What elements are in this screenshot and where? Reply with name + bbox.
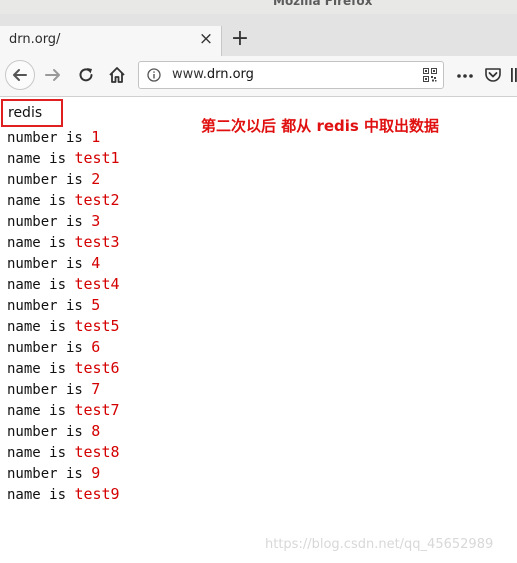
row-label: name is	[7, 319, 75, 335]
row-value: 7	[91, 380, 101, 398]
row-value: test3	[74, 233, 120, 251]
tab-strip: drn.org/ × +	[0, 14, 517, 56]
output-row: name is test9	[7, 484, 120, 505]
output-row: number is 7	[7, 379, 120, 400]
row-value: test5	[74, 317, 120, 335]
output-row: name is test2	[7, 190, 120, 211]
row-label: name is	[7, 487, 75, 503]
row-value: 9	[91, 464, 101, 482]
row-label: number is	[7, 214, 92, 230]
row-value: test9	[74, 485, 120, 503]
url-prefix: www.	[172, 67, 207, 82]
row-value: test7	[74, 401, 120, 419]
row-label: number is	[7, 256, 92, 272]
output-row: number is 6	[7, 337, 120, 358]
back-arrow-icon	[13, 69, 27, 81]
row-label: name is	[7, 235, 75, 251]
row-label: number is	[7, 172, 92, 188]
tab-title: drn.org/	[9, 32, 61, 47]
output-row: name is test3	[7, 232, 120, 253]
window-titlebar: Mozilla Firefox	[0, 0, 517, 14]
row-value: 8	[91, 422, 101, 440]
output-row: number is 5	[7, 295, 120, 316]
row-label: name is	[7, 151, 75, 167]
output-row: name is test6	[7, 358, 120, 379]
output-list: number is 1 name is test1 number is 2 name …	[7, 127, 120, 505]
pocket-icon[interactable]	[484, 66, 502, 84]
more-dots-icon[interactable]	[456, 68, 474, 84]
window-title: Mozilla Firefox	[273, 0, 373, 8]
row-label: number is	[7, 466, 92, 482]
row-value: 2	[91, 170, 101, 188]
overflow-icon[interactable]	[510, 66, 517, 84]
page-content: redis 第二次以后 都从 redis 中取出数据 number is 1 na…	[0, 96, 517, 563]
row-value: test6	[74, 359, 120, 377]
output-row: name is test1	[7, 148, 120, 169]
row-label: number is	[7, 424, 92, 440]
annotation-text: 第二次以后 都从 redis 中取出数据	[201, 117, 440, 135]
url-bar[interactable]: www.drn.org	[138, 61, 444, 89]
row-label: name is	[7, 403, 75, 419]
row-value: 4	[91, 254, 101, 272]
row-label: name is	[7, 361, 75, 377]
home-icon[interactable]	[107, 65, 127, 85]
url-text: www.drn.org	[172, 67, 254, 82]
output-row: name is test5	[7, 316, 120, 337]
url-host: drn.org	[206, 67, 254, 82]
row-label: name is	[7, 277, 75, 293]
navigation-bar: www.drn.org	[0, 56, 517, 97]
row-label: number is	[7, 340, 92, 356]
row-value: 1	[91, 128, 101, 146]
row-label: name is	[7, 193, 75, 209]
qr-code-icon[interactable]	[423, 68, 437, 82]
row-value: test4	[74, 275, 120, 293]
close-tab-icon[interactable]: ×	[198, 31, 214, 48]
info-icon[interactable]	[147, 68, 161, 82]
watermark: https://blog.csdn.net/qq_45652989	[265, 537, 494, 552]
output-row: number is 2	[7, 169, 120, 190]
redis-source-label: redis	[1, 99, 63, 127]
output-row: number is 8	[7, 421, 120, 442]
row-label: name is	[7, 445, 75, 461]
output-row: number is 4	[7, 253, 120, 274]
row-label: number is	[7, 298, 92, 314]
output-row: number is 1	[7, 127, 120, 148]
row-value: test1	[74, 149, 120, 167]
tab-active[interactable]: drn.org/ ×	[0, 26, 222, 56]
row-value: 3	[91, 212, 101, 230]
back-button[interactable]	[5, 60, 35, 90]
row-value: test2	[74, 191, 120, 209]
output-row: number is 9	[7, 463, 120, 484]
row-value: 6	[91, 338, 101, 356]
output-row: name is test4	[7, 274, 120, 295]
output-row: number is 3	[7, 211, 120, 232]
output-row: name is test8	[7, 442, 120, 463]
reload-icon[interactable]	[76, 65, 96, 85]
forward-arrow-icon[interactable]	[43, 65, 63, 85]
row-label: number is	[7, 382, 92, 398]
row-value: 5	[91, 296, 101, 314]
new-tab-button[interactable]: +	[229, 28, 251, 50]
row-value: test8	[74, 443, 120, 461]
output-row: name is test7	[7, 400, 120, 421]
row-label: number is	[7, 130, 92, 146]
